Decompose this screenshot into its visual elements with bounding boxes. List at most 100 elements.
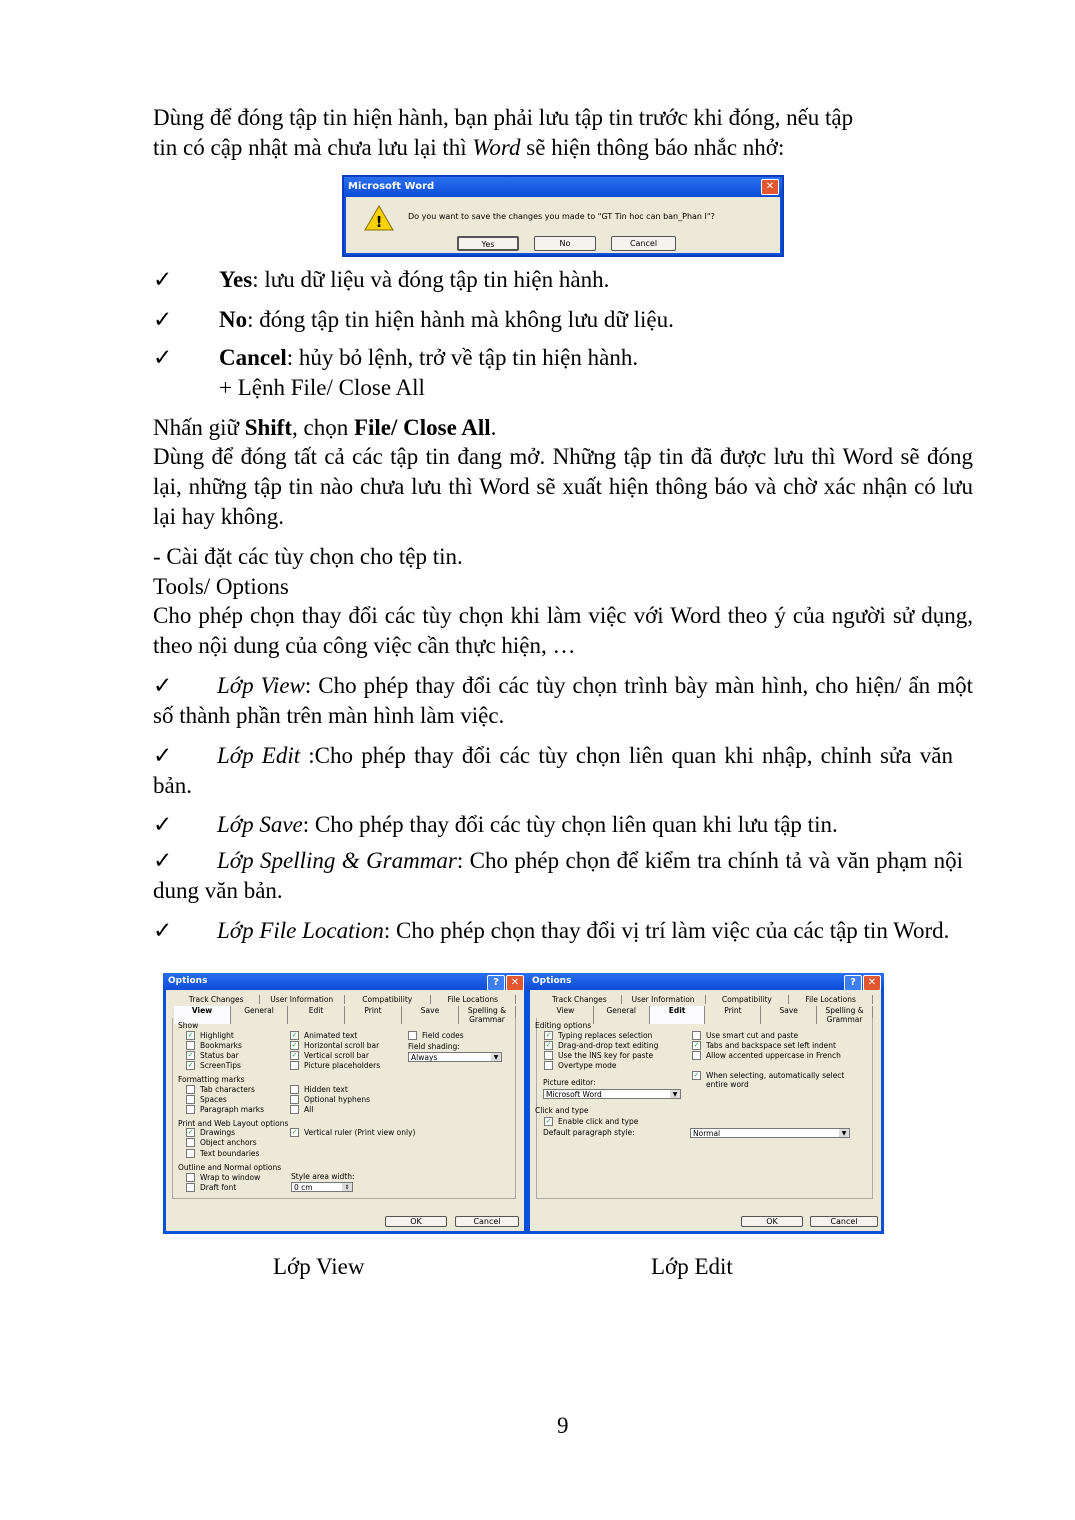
text: Nhấn giữ xyxy=(153,415,245,440)
checkbox-spaces[interactable]: Spaces xyxy=(186,1095,227,1104)
close-icon[interactable]: ✕ xyxy=(506,975,524,991)
checkbox-use-smart-cut-and-paste[interactable]: Use smart cut and paste xyxy=(692,1031,798,1040)
checkbox-picture-placeholders[interactable]: Picture placeholders xyxy=(290,1061,380,1070)
dialog-message: Do you want to save the changes you made… xyxy=(408,212,715,221)
checkbox-paragraph-marks[interactable]: Paragraph marks xyxy=(186,1105,264,1114)
checkbox-allow-accented-uppercase-in-french[interactable]: Allow accented uppercase in French xyxy=(692,1051,841,1060)
warning-icon: ! xyxy=(364,205,394,231)
checkbox-object-anchors[interactable]: Object anchors xyxy=(186,1138,257,1147)
checkbox-label: Optional hyphens xyxy=(304,1095,371,1104)
close-icon[interactable]: ✕ xyxy=(863,975,881,991)
checkbox-highlight[interactable]: ✓ Highlight xyxy=(186,1031,234,1040)
checkbox-enable-click-and-type[interactable]: ✓ Enable click and type xyxy=(544,1117,638,1126)
checkbox-hidden-text[interactable]: Hidden text xyxy=(290,1085,348,1094)
checkbox-checked-icon: ✓ xyxy=(186,1051,195,1060)
checkbox-label: Drag-and-drop text editing xyxy=(558,1041,659,1050)
caption-view: Lớp View xyxy=(273,1254,365,1279)
checkbox-unchecked-icon xyxy=(186,1085,195,1094)
bullet-cancel: Cancel: hủy bỏ lệnh, trở về tập tin hiện… xyxy=(219,343,638,373)
desc: : Cho phép thay đổi các tùy chọn liên qu… xyxy=(302,812,838,837)
checkbox-bookmarks[interactable]: Bookmarks xyxy=(186,1041,242,1050)
chevron-down-icon: ▼ xyxy=(491,1053,501,1061)
style-area-label: Style area width: xyxy=(291,1172,355,1181)
select-value: Always xyxy=(411,1053,438,1062)
checkbox-vertical-scroll-bar[interactable]: ✓ Vertical scroll bar xyxy=(290,1051,369,1060)
tab-user-information[interactable]: User Information xyxy=(622,995,706,1004)
section-label: Editing options xyxy=(535,1021,592,1030)
tab-file-location-desc: Lớp File Location: Cho phép chọn thay đổ… xyxy=(153,916,963,945)
checkbox-typing-replaces-selection[interactable]: ✓ Typing replaces selection xyxy=(544,1031,652,1040)
ok-button[interactable]: OK xyxy=(741,1216,803,1227)
tab-file-locations[interactable]: File Locations xyxy=(789,995,873,1004)
default-style-label: Default paragraph style: xyxy=(543,1128,635,1137)
checkbox-checked-icon: ✓ xyxy=(290,1051,299,1060)
tab-save-desc: Lớp Save: Cho phép thay đổi các tùy chọn… xyxy=(153,810,973,840)
checkbox-text-boundaries[interactable]: Text boundaries xyxy=(186,1149,259,1158)
field-shading-label: Field shading: xyxy=(408,1042,460,1051)
checkbox-drag-and-drop-text-editing[interactable]: ✓ Drag-and-drop text editing xyxy=(544,1041,658,1050)
checkbox-animated-text[interactable]: ✓ Animated text xyxy=(290,1031,357,1040)
checkbox-horizontal-scroll-bar[interactable]: ✓ Horizontal scroll bar xyxy=(290,1041,379,1050)
checkbox-when-selecting-automatically-select-entire-word[interactable]: ✓ When selecting, automatically select en… xyxy=(692,1071,866,1089)
tab-compatibility[interactable]: Compatibility xyxy=(706,995,790,1004)
tab-edit-desc: Lớp Edit :Cho phép thay đổi các tùy chọn… xyxy=(153,741,953,801)
checkbox-status-bar[interactable]: ✓ Status bar xyxy=(186,1051,239,1060)
term: Cancel xyxy=(219,345,287,370)
checkbox-label: Wrap to window xyxy=(200,1173,261,1182)
no-button[interactable]: No xyxy=(534,236,596,251)
checkbox-drawings[interactable]: ✓ Drawings xyxy=(186,1128,235,1137)
field-shading-select[interactable]: Always ▼ xyxy=(408,1052,502,1062)
checkbox-field-codes[interactable]: Field codes xyxy=(408,1031,464,1040)
checkbox-unchecked-icon xyxy=(544,1051,553,1060)
close-icon[interactable]: ✕ xyxy=(761,179,779,195)
tab-track-changes[interactable]: Track Changes xyxy=(174,995,260,1004)
checkbox-label: Spaces xyxy=(200,1095,227,1104)
bullet-yes: Yes: lưu dữ liệu và đóng tập tin hiện hà… xyxy=(219,265,609,295)
checkbox-unchecked-icon xyxy=(186,1149,195,1158)
yes-button[interactable]: Yes xyxy=(457,236,519,251)
checkbox-tabs-and-backspace-set-left-indent[interactable]: ✓ Tabs and backspace set left indent xyxy=(692,1041,836,1050)
checkbox-optional-hyphens[interactable]: Optional hyphens xyxy=(290,1095,370,1104)
options-menu: Tools/ Options xyxy=(153,574,289,599)
checkbox-overtype-mode[interactable]: Overtype mode xyxy=(544,1061,616,1070)
tab-user-information[interactable]: User Information xyxy=(260,995,345,1004)
checkbox-unchecked-icon xyxy=(290,1105,299,1114)
cancel-button[interactable]: Cancel xyxy=(611,236,676,251)
checkbox-all[interactable]: All xyxy=(290,1105,313,1114)
ok-button[interactable]: OK xyxy=(385,1216,447,1227)
cancel-button[interactable]: Cancel xyxy=(810,1216,878,1227)
tab-compatibility[interactable]: Compatibility xyxy=(345,995,431,1004)
checkbox-tab-characters[interactable]: Tab characters xyxy=(186,1085,255,1094)
close-all-description: Dùng để đóng tất cả các tập tin đang mở.… xyxy=(153,444,973,529)
checkbox-unchecked-icon xyxy=(186,1105,195,1114)
checkbox-use-the-ins-key-for-paste[interactable]: Use the INS key for paste xyxy=(544,1051,653,1060)
style-area-input[interactable]: 0 cm ⇕ xyxy=(291,1182,353,1192)
desc: : hủy bỏ lệnh, trở về tập tin hiện hành. xyxy=(286,345,639,370)
checkbox-screentips[interactable]: ✓ ScreenTips xyxy=(186,1061,241,1070)
check-icon: ✓ xyxy=(153,307,173,332)
checkbox-label: Enable click and type xyxy=(558,1117,639,1126)
dialog-title: Options xyxy=(163,973,527,990)
checkbox-label: All xyxy=(304,1105,314,1114)
tab-file-locations[interactable]: File Locations xyxy=(431,995,516,1004)
tab-track-changes[interactable]: Track Changes xyxy=(538,995,622,1004)
options-dialog-view: Options ? ✕ Track Changes User Informatio… xyxy=(163,973,527,1234)
help-icon[interactable]: ? xyxy=(844,975,862,991)
default-style-select[interactable]: Normal ▼ xyxy=(690,1128,850,1138)
checkbox-label: Object anchors xyxy=(200,1138,257,1147)
checkbox-label: Vertical scroll bar xyxy=(304,1051,369,1060)
help-icon[interactable]: ? xyxy=(487,975,505,991)
checkbox-wrap-to-window[interactable]: Wrap to window xyxy=(186,1173,260,1182)
checkbox-checked-icon: ✓ xyxy=(290,1128,299,1137)
cancel-button[interactable]: Cancel xyxy=(455,1216,519,1227)
picture-editor-select[interactable]: Microsoft Word ▼ xyxy=(543,1089,681,1099)
bullet-no: No: đóng tập tin hiện hành mà không lưu … xyxy=(219,305,674,335)
checkbox-label: When selecting, automatically select ent… xyxy=(706,1071,845,1089)
section-label: Click and type xyxy=(535,1106,589,1115)
intro-line-1: Dùng để đóng tập tin hiện hành, bạn phải… xyxy=(153,105,854,130)
checkbox-label: Bookmarks xyxy=(200,1041,242,1050)
section-label: Show xyxy=(178,1021,199,1030)
checkbox-draft-font[interactable]: Draft font xyxy=(186,1183,236,1192)
checkbox-vertical-ruler-print-view-only[interactable]: ✓ Vertical ruler (Print view only) xyxy=(290,1128,415,1137)
checkbox-unchecked-icon xyxy=(692,1031,701,1040)
